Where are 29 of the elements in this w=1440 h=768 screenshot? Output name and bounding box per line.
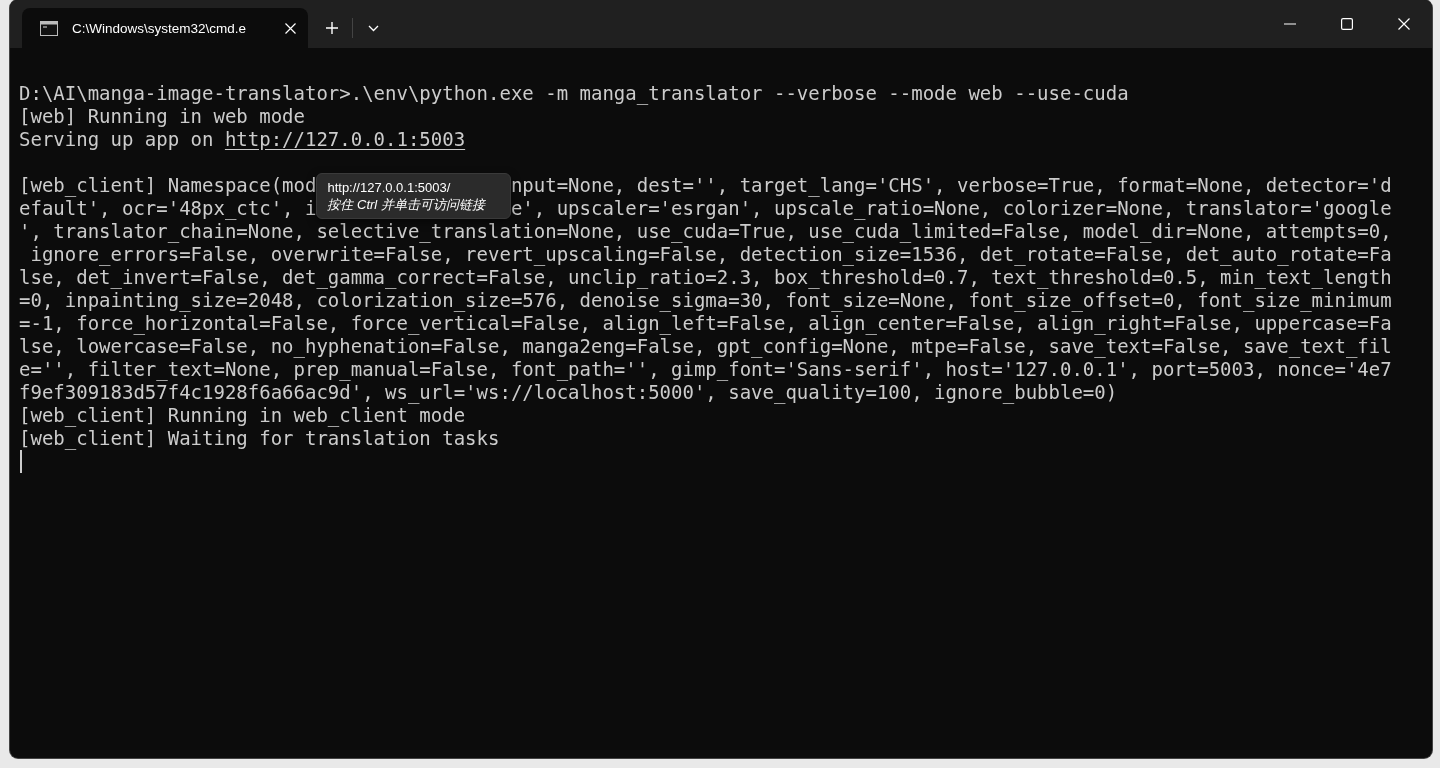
chevron-down-icon: [367, 24, 379, 32]
output-line: [web_client] Waiting for translation tasks: [19, 427, 501, 450]
output-line: =0, inpainting_size=2048, colorization_size=576, denoise_sigma=30, font_size=None, font_size_offset=0, font_size_minimum: [19, 289, 1393, 312]
output-line: D:\AI\manga-image-translator>.\env\python.exe -m manga_translator --verbose --mode web --use-cuda: [19, 82, 1130, 105]
terminal-icon: [40, 20, 58, 36]
output-text: efault', ocr='48px_ctc', i: [19, 197, 317, 219]
output-line: ignore_errors=False, overwrite=False, revert_upscaling=False, detection_size=1536, det_rotate=False, det_auto_rotate=Fa: [29, 243, 1393, 266]
output-line: lse, det_invert=False, det_gamma_correct=False, unclip_ratio=2.3, box_threshold=0.7, text_threshold=0.5, min_text_length: [19, 266, 1393, 289]
close-icon: [1397, 18, 1410, 30]
output-line: lse, lowercase=False, no_hyphenation=False, manga2eng=False, gpt_config=None, mtpe=False, save_text=False, save_text_fil: [19, 335, 1393, 358]
minimize-icon: [1283, 23, 1296, 25]
maximize-icon: [1340, 18, 1353, 30]
output-text: nput=None, dest='', target_lang='CHS', verbose=True, format=None, detector='d: [510, 174, 1392, 196]
url-link[interactable]: http://127.0.0.1:5003: [224, 128, 466, 150]
tooltip-hint: 按住 Ctrl 并单击可访问链接: [327, 196, 487, 213]
output-text: e', upscaler='esrgan', upscale_ratio=None, colorizer=None, translator='google: [510, 197, 1392, 219]
close-icon[interactable]: [285, 22, 296, 34]
terminal-tab[interactable]: C:\Windows\system32\cmd.e: [22, 8, 308, 48]
tooltip-url: http://127.0.0.1:5003/: [327, 179, 452, 196]
output-line: Serving up app on: [19, 128, 215, 150]
output-text: [web_client] Namespace(mod: [19, 174, 317, 196]
output-line: f9ef309183d57f4c1928f6a66ac9d', ws_url='ws://localhost:5000', save_quality=100, ignore_bubble=0): [19, 381, 1119, 404]
plus-icon: [325, 21, 339, 35]
output-line: e='', filter_text=None, prep_manual=False, font_path='', gimp_font='Sans-serif', host='127.0.0.1', port=5003, nonce='4e7: [19, 358, 1393, 381]
output-line: [web_client] Running in web_client mode: [19, 404, 467, 427]
output-line: ', translator_chain=None, selective_translation=None, use_cuda=True, use_cuda_limited=False, model_dir=None, attempts=0,: [19, 220, 1393, 243]
text-cursor: [20, 450, 22, 473]
output-line: =-1, force_horizontal=False, force_vertical=False, align_left=False, align_center=False, align_right=False, uppercase=Fa: [19, 312, 1393, 335]
output-line: [web] Running in web mode: [19, 105, 306, 128]
